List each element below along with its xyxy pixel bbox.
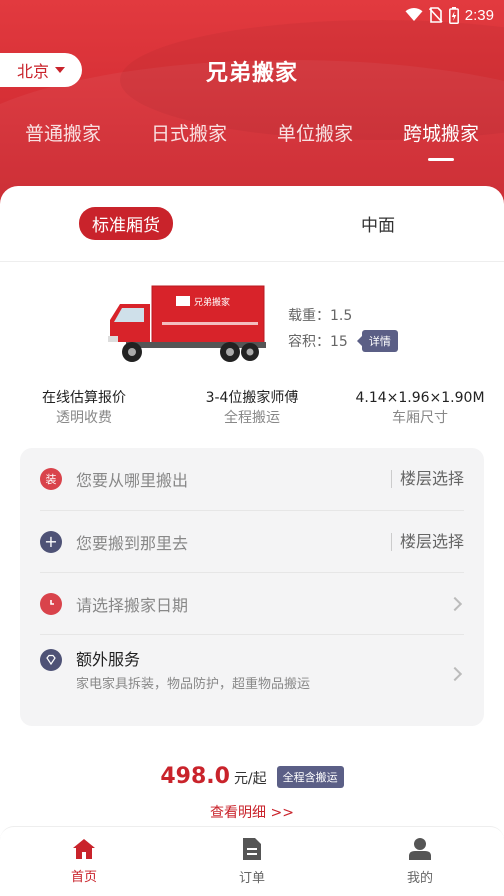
load-icon: 装 xyxy=(40,468,62,490)
truck-specs: 载重：1.5 容积：15 详情 xyxy=(288,302,398,354)
vehicle-tab-van[interactable]: 中面 xyxy=(252,211,504,236)
from-floor-select[interactable]: 楼层选择 xyxy=(390,470,464,488)
truck-detail-button[interactable]: 详情 xyxy=(356,330,398,352)
wifi-icon xyxy=(405,8,423,21)
truck-brand-text: 兄弟搬家 xyxy=(194,296,230,308)
home-icon xyxy=(73,839,95,859)
feature-subtitle: 全程搬运 xyxy=(224,410,280,426)
chevron-right-icon xyxy=(447,596,463,611)
order-icon xyxy=(243,838,261,860)
to-floor-select[interactable]: 楼层选择 xyxy=(390,532,464,551)
clock-icon xyxy=(40,592,62,615)
price-unit: 元/起 xyxy=(233,771,267,787)
bottom-nav: 首页 订单 我的 xyxy=(0,826,504,896)
tab-company[interactable]: 单位搬家 xyxy=(269,118,361,158)
tab-intercity[interactable]: 跨城搬家 xyxy=(395,118,487,161)
to-address-row[interactable]: + 您要搬到那里去 楼层选择 xyxy=(40,510,464,572)
profile-icon xyxy=(409,838,431,860)
feature-item: 4.14×1.96×1.90M 车厢尺寸 xyxy=(336,388,504,428)
nav-label: 订单 xyxy=(238,871,265,886)
from-address-row[interactable]: 装 您要从哪里搬出 楼层选择 xyxy=(40,448,464,510)
extra-service-title: 额外服务 xyxy=(76,650,141,669)
truck-load: 载重：1.5 xyxy=(288,308,353,324)
extra-service-desc: 家电家具拆装，物品防护，超重物品搬运 xyxy=(76,677,311,692)
feature-subtitle: 车厢尺寸 xyxy=(392,410,448,426)
feature-item: 在线估算报价 透明收费 xyxy=(0,388,168,428)
vehicle-tab-standard[interactable]: 标准厢货 xyxy=(0,207,252,240)
price-amount: 498.0 xyxy=(160,764,230,789)
service-tabs: 普通搬家 日式搬家 单位搬家 跨城搬家 xyxy=(0,118,504,161)
nav-profile[interactable]: 我的 xyxy=(336,827,504,896)
truck-volume: 容积：15 xyxy=(288,334,348,350)
tab-japanese[interactable]: 日式搬家 xyxy=(143,118,235,158)
plus-icon: + xyxy=(40,530,62,553)
extra-service-row[interactable]: 额外服务 家电家具拆装，物品防护，超重物品搬运 xyxy=(40,634,464,716)
truck-section: 兄弟搬家 载重：1.5 容积：15 详情 xyxy=(0,262,504,362)
price-badge: 全程含搬运 xyxy=(276,766,344,788)
main-card: 标准厢货 中面 兄弟搬家 载重：1.5 容积：15 详情 在线估算报价 透明收费… xyxy=(0,186,504,846)
date-row[interactable]: 请选择搬家日期 xyxy=(40,572,464,634)
no-sim-icon xyxy=(428,7,443,23)
feature-title: 3-4位搬家师傅 xyxy=(205,390,299,406)
vehicle-tab-label: 中面 xyxy=(361,216,395,236)
nav-home[interactable]: 首页 xyxy=(0,827,168,896)
order-form: 装 您要从哪里搬出 楼层选择 + 您要搬到那里去 楼层选择 请选择搬家日期 额外… xyxy=(20,448,484,726)
nav-label: 首页 xyxy=(70,870,97,885)
price-row: 498.0 元/起 全程含搬运 xyxy=(0,764,504,790)
diamond-icon xyxy=(40,649,62,671)
nav-label: 我的 xyxy=(406,871,433,886)
vehicle-tabs: 标准厢货 中面 xyxy=(0,186,504,262)
chevron-right-icon xyxy=(447,666,463,682)
feature-item: 3-4位搬家师傅 全程搬运 xyxy=(168,388,336,428)
date-picker[interactable]: 请选择搬家日期 xyxy=(76,592,450,616)
to-address-input[interactable]: 您要搬到那里去 xyxy=(76,530,391,554)
header: 2:39 北京 兄弟搬家 普通搬家 日式搬家 单位搬家 跨城搬家 xyxy=(0,0,504,215)
battery-icon xyxy=(448,6,459,24)
feature-list: 在线估算报价 透明收费 3-4位搬家师傅 全程搬运 4.14×1.96×1.90… xyxy=(0,388,504,428)
status-time: 2:39 xyxy=(464,6,494,24)
feature-subtitle: 透明收费 xyxy=(56,410,112,426)
feature-title: 4.14×1.96×1.90M xyxy=(355,390,485,406)
feature-title: 在线估算报价 xyxy=(42,390,126,406)
status-bar: 2:39 xyxy=(0,0,504,30)
vehicle-tab-label: 标准厢货 xyxy=(79,207,173,240)
from-address-input[interactable]: 您要从哪里搬出 xyxy=(76,467,391,491)
app-title: 兄弟搬家 xyxy=(205,61,298,86)
truck-image: 兄弟搬家 xyxy=(108,285,266,362)
nav-orders[interactable]: 订单 xyxy=(168,827,336,896)
tab-normal[interactable]: 普通搬家 xyxy=(17,118,109,158)
view-detail-link[interactable]: 查看明细 >> xyxy=(0,802,504,822)
